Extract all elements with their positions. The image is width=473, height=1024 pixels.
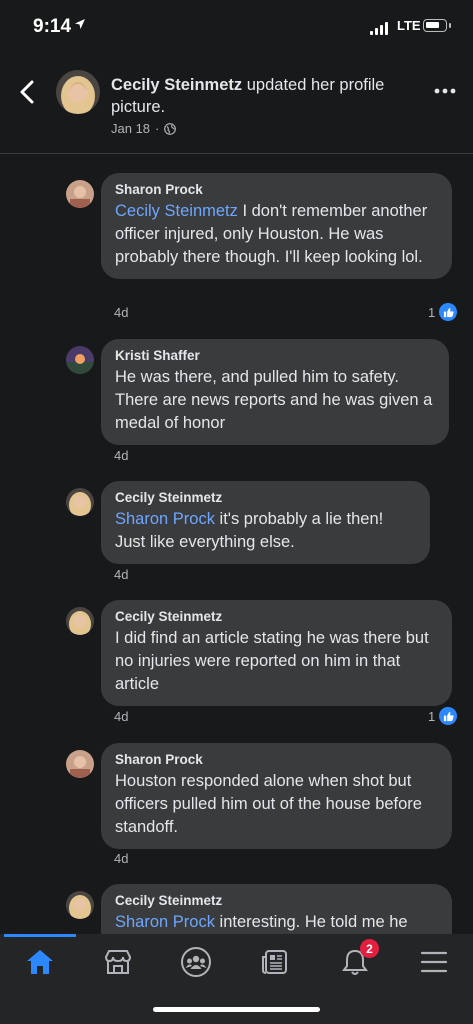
network-type: LTE — [397, 18, 421, 33]
comment-time[interactable]: 4d — [114, 709, 128, 724]
mention-link[interactable]: Cecily Steinmetz — [115, 202, 238, 220]
tab-home[interactable] — [20, 944, 60, 980]
tab-menu[interactable] — [414, 944, 454, 980]
comment-bubble[interactable]: Sharon Prock Cecily Steinmetz I don't re… — [101, 173, 452, 279]
more-options-icon[interactable] — [432, 84, 458, 98]
comment-time[interactable]: 4d — [114, 305, 128, 320]
home-indicator[interactable] — [153, 1007, 320, 1012]
active-tab-indicator — [4, 934, 76, 937]
post-author-name[interactable]: Cecily Steinmetz — [111, 76, 242, 94]
comment-bubble[interactable]: Cecily Steinmetz Sharon Prock it's proba… — [101, 481, 430, 564]
tab-news[interactable] — [255, 944, 295, 980]
comment-avatar[interactable] — [66, 750, 94, 778]
comment-text: He was there, and pulled him to safety. … — [115, 368, 433, 432]
marketplace-icon — [104, 950, 132, 974]
news-icon — [262, 950, 287, 974]
menu-icon — [420, 951, 448, 973]
comment-text: I did find an article stating he was the… — [115, 629, 429, 693]
comment-author[interactable]: Sharon Prock — [115, 182, 438, 197]
comment-bubble[interactable]: Sharon Prock Houston responded alone whe… — [101, 743, 452, 849]
meta-separator: · — [155, 121, 160, 136]
comment-bubble[interactable]: Cecily Steinmetz I did find an article s… — [101, 600, 452, 706]
post-header: Cecily Steinmetz updated her profile pic… — [0, 56, 473, 154]
comment-bubble[interactable]: Kristi Shaffer He was there, and pulled … — [101, 339, 449, 445]
globe-icon — [164, 122, 177, 135]
tab-groups[interactable] — [176, 944, 216, 980]
comment-text: Houston responded alone when shot but of… — [115, 772, 422, 836]
comment-avatar[interactable] — [66, 346, 94, 374]
comment-author[interactable]: Cecily Steinmetz — [115, 490, 416, 505]
battery-icon — [423, 19, 447, 32]
comment-time[interactable]: 4d — [114, 567, 128, 582]
comment-author[interactable]: Cecily Steinmetz — [115, 609, 438, 624]
comment-author[interactable]: Cecily Steinmetz — [115, 893, 438, 908]
signal-icon — [370, 21, 392, 35]
location-arrow-icon — [75, 19, 85, 29]
status-time: 9:14 — [33, 16, 72, 37]
comment-author[interactable]: Kristi Shaffer — [115, 348, 435, 363]
comment-avatar[interactable] — [66, 607, 94, 635]
back-chevron-icon[interactable] — [14, 74, 44, 110]
post-meta: Jan 18 · — [111, 121, 177, 136]
post-date[interactable]: Jan 18 — [111, 121, 150, 136]
comment-text: Cecily Steinmetz I don't remember anothe… — [115, 202, 428, 266]
like-icon — [439, 303, 458, 321]
comment-text: Sharon Prock interesting. He told me he — [115, 913, 408, 931]
groups-icon — [181, 947, 211, 977]
comment-author[interactable]: Sharon Prock — [115, 752, 438, 767]
comment-time[interactable]: 4d — [114, 851, 128, 866]
header-divider — [0, 153, 473, 154]
author-avatar[interactable] — [56, 70, 100, 114]
comment-avatar[interactable] — [66, 891, 94, 919]
comment-time[interactable]: 4d — [114, 448, 128, 463]
like-count[interactable]: 1 — [428, 303, 458, 321]
home-icon — [27, 950, 53, 974]
comment-text: Sharon Prock it's probably a lie then! J… — [115, 510, 384, 551]
tab-marketplace[interactable] — [98, 944, 138, 980]
mention-link[interactable]: Sharon Prock — [115, 510, 215, 528]
status-bar: 9:14 LTE — [0, 0, 473, 56]
like-icon — [439, 707, 458, 725]
comment-avatar[interactable] — [66, 488, 94, 516]
mention-link[interactable]: Sharon Prock — [115, 913, 215, 931]
post-title: Cecily Steinmetz updated her profile pic… — [111, 74, 411, 118]
like-count[interactable]: 1 — [428, 707, 458, 725]
notification-badge: 2 — [360, 939, 379, 958]
comment-avatar[interactable] — [66, 180, 94, 208]
